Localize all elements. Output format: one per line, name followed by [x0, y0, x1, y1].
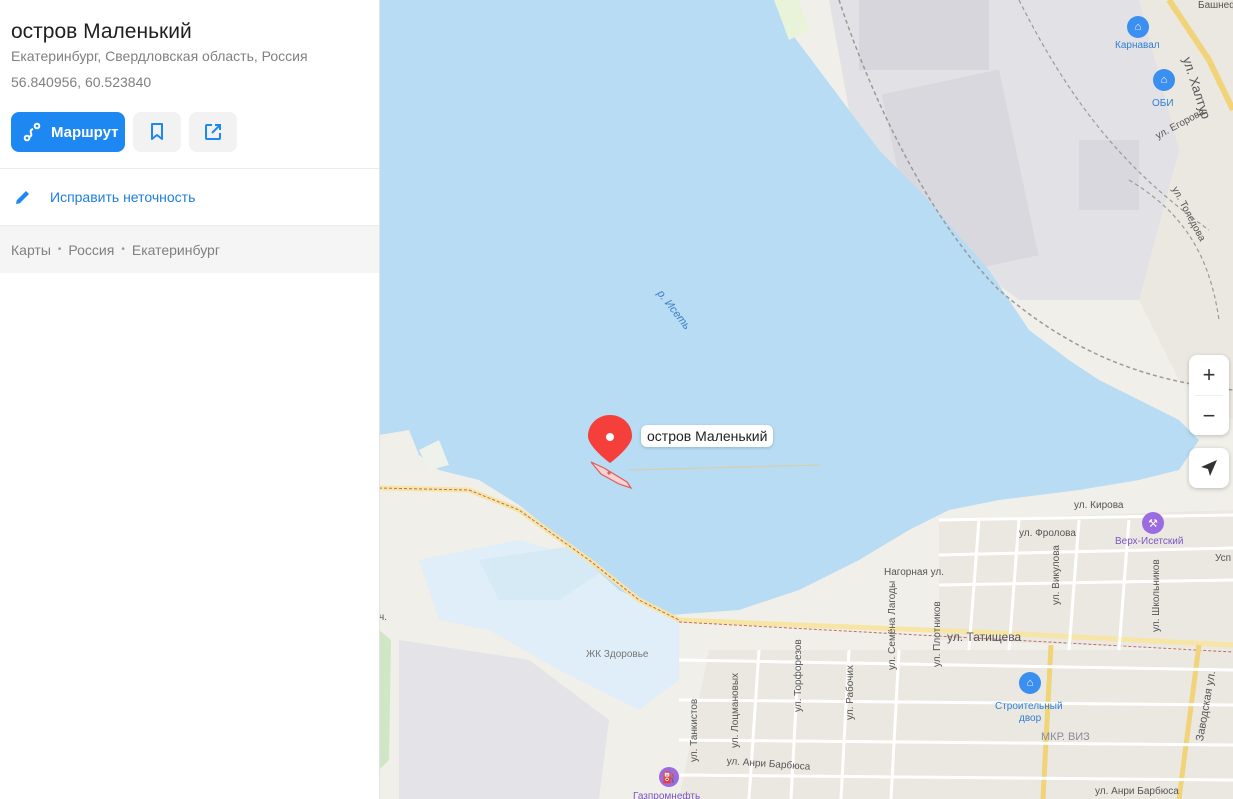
poi-label[interactable]: Газпромнефть — [633, 791, 700, 799]
share-icon — [205, 124, 221, 140]
share-button[interactable] — [189, 112, 237, 152]
breadcrumb-separator: • — [121, 244, 125, 255]
poi-label[interactable]: Усп — [1215, 553, 1231, 564]
fix-inaccuracy-link[interactable]: Исправить неточность — [0, 169, 379, 225]
street-label: ул. Плотников — [932, 601, 943, 667]
route-icon — [23, 122, 41, 142]
street-label: Нагорная ул. — [884, 567, 945, 578]
bookmark-button[interactable] — [133, 112, 181, 152]
breadcrumb-item-ekaterinburg[interactable]: Екатеринбург — [132, 242, 220, 258]
map-canvas[interactable]: остров Маленький р. Исеть ул. Халтур ул.… — [379, 0, 1233, 799]
fix-inaccuracy-label: Исправить неточность — [50, 189, 196, 205]
breadcrumb-item-russia[interactable]: Россия — [68, 242, 114, 258]
breadcrumb-item-maps[interactable]: Карты — [11, 242, 51, 258]
locate-arrow-icon — [1201, 460, 1217, 476]
pin-label[interactable]: остров Маленький — [641, 425, 774, 447]
map-base — [379, 0, 1233, 799]
street-label: ул. Викулова — [1051, 545, 1062, 605]
place-coordinates[interactable]: 56.840956, 60.523840 — [11, 74, 151, 90]
breadcrumb: Карты • Россия • Екатеринбург — [0, 226, 379, 273]
street-label: ул. Анри Барбюса — [1095, 786, 1179, 797]
zoom-control: + − — [1189, 355, 1229, 435]
street-label: ул. Рабочих — [845, 665, 856, 720]
area-label: ЖК Здоровье — [586, 649, 649, 660]
cart-icon[interactable]: ⌂ — [1153, 69, 1175, 91]
dumbbell-icon[interactable]: ⚒ — [1142, 512, 1164, 534]
breadcrumb-separator: • — [57, 244, 62, 255]
street-label: ул. Татищева — [947, 630, 1022, 644]
place-title: остров Маленький — [11, 20, 192, 43]
street-label: ул. Школьников — [1151, 559, 1162, 632]
fuel-icon[interactable]: ⛽ — [659, 767, 679, 787]
route-button-label: Маршрут — [51, 123, 119, 141]
street-label: ул. Лоцмановых — [730, 672, 741, 748]
place-address: Екатеринбург, Свердловская область, Росс… — [11, 48, 308, 64]
street-label: ул. Торфорезов — [793, 639, 804, 712]
zoom-in-button[interactable]: + — [1189, 355, 1229, 395]
locate-button[interactable] — [1189, 448, 1229, 488]
district-label: МКР. ВИЗ — [1041, 731, 1090, 743]
street-label: ул. Семёна Лагоды — [887, 580, 898, 670]
street-label: ул. Фролова — [1019, 528, 1076, 539]
street-label: ул. Кирова — [1074, 500, 1124, 511]
pencil-icon — [16, 191, 29, 204]
shopping-bag-icon[interactable]: ⌂ — [1127, 16, 1149, 38]
route-button[interactable]: Маршрут — [11, 112, 125, 152]
poi-label[interactable]: Башнеф — [1198, 0, 1233, 11]
poi-label[interactable]: Верх-Исетский — [1115, 536, 1183, 547]
location-pin-icon[interactable] — [586, 413, 634, 467]
street-label: ч. — [379, 612, 387, 623]
street-label: ул. Танкистов — [689, 698, 700, 762]
poi-label[interactable]: Строительный — [995, 701, 1063, 712]
bookmark-icon — [151, 123, 163, 140]
poi-label[interactable]: двор — [1019, 713, 1041, 724]
zoom-out-button[interactable]: − — [1189, 396, 1229, 436]
cart-icon[interactable]: ⌂ — [1019, 672, 1041, 694]
place-card: остров Маленький Екатеринбург, Свердловс… — [0, 0, 380, 799]
poi-label[interactable]: Карнавал — [1115, 40, 1160, 51]
poi-label[interactable]: ОБИ — [1152, 98, 1174, 109]
